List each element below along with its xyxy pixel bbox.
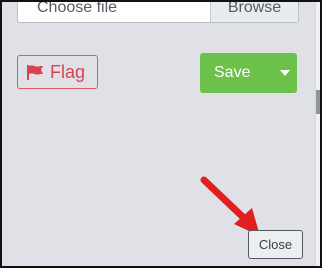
scrollbar-track[interactable] (315, 2, 320, 266)
flag-button-label: Flag (50, 61, 86, 82)
flag-icon (27, 64, 43, 80)
save-button[interactable]: Save (200, 53, 297, 93)
scrollbar-thumb[interactable] (316, 90, 320, 114)
file-name-display[interactable]: Choose file (18, 2, 210, 22)
close-button[interactable]: Close (248, 230, 303, 259)
modal-frame: Choose file Browse Flag Save Close (0, 0, 322, 268)
caret-down-icon[interactable] (280, 70, 290, 76)
file-chooser[interactable]: Choose file Browse (17, 2, 299, 23)
browse-button[interactable]: Browse (210, 2, 298, 22)
flag-button[interactable]: Flag (17, 55, 98, 89)
save-button-label: Save (214, 64, 251, 81)
